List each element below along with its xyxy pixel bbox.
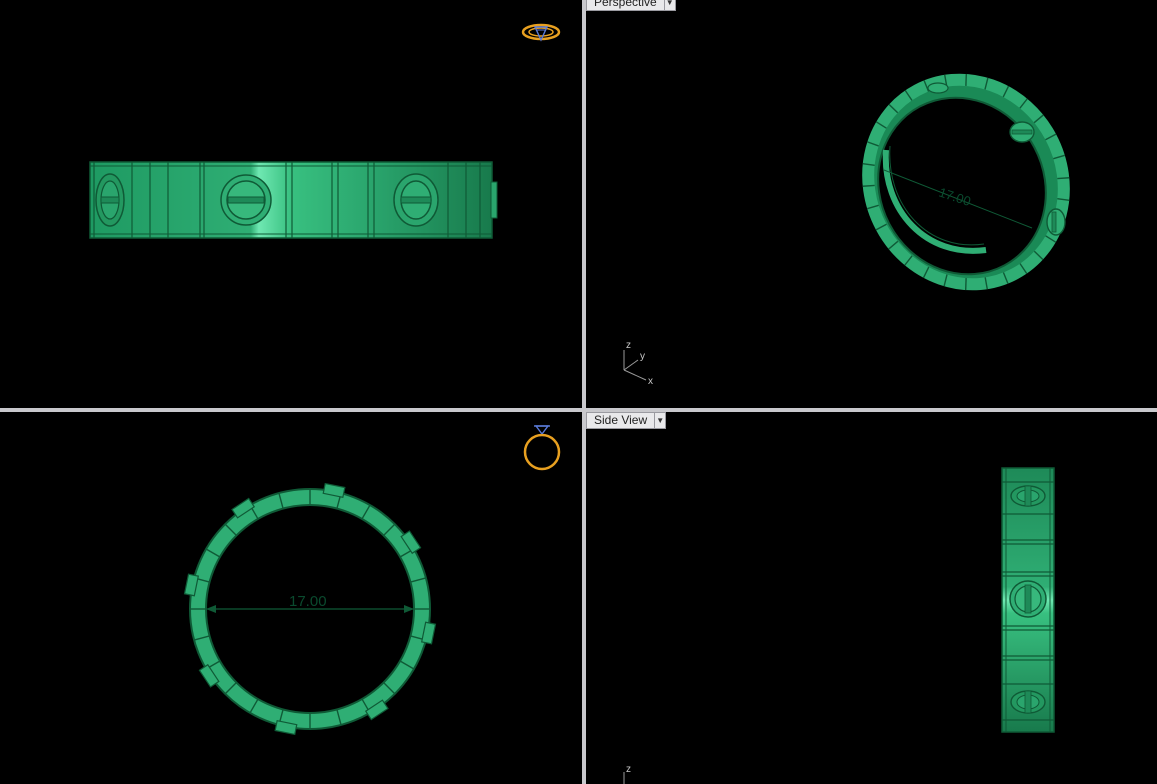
viewport-divider-horizontal[interactable] [0, 408, 1157, 412]
ring-diamond-icon[interactable] [523, 425, 561, 471]
axis-z-label: z [626, 340, 631, 351]
ring-top-icon[interactable] [521, 23, 561, 42]
dimension-text-front: 17.00 [289, 593, 327, 610]
screw-top-center [220, 174, 272, 226]
perspective-canvas[interactable]: 17.00 z y x [586, 0, 1157, 408]
screw-top-left [95, 173, 125, 227]
screw-side-bottom [1010, 690, 1046, 714]
side-view-canvas[interactable]: z [586, 412, 1157, 784]
axis-y-label: y [640, 351, 645, 362]
top-viewport[interactable] [0, 0, 582, 408]
perspective-viewport[interactable]: Perspective ▼ 17.00 z y x [586, 0, 1157, 408]
ring-perspective [862, 73, 1070, 291]
screw-side-center [1009, 580, 1047, 618]
side-viewport[interactable]: Side View ▼ z [586, 412, 1157, 784]
ring-band-side [1001, 467, 1055, 733]
screw-persp-2 [1046, 208, 1066, 236]
screw-top-right [393, 173, 439, 227]
axis-z-label-side: z [626, 764, 631, 775]
axis-gizmo-side: z [623, 764, 631, 784]
axis-gizmo-perspective: z y x [623, 340, 653, 387]
viewport-divider-vertical[interactable] [582, 0, 586, 784]
screw-persp-3 [927, 82, 949, 94]
axis-x-label: x [648, 376, 653, 387]
screw-persp-1 [1009, 121, 1035, 143]
ring-band-top [89, 161, 498, 239]
screw-side-top [1010, 485, 1046, 507]
front-viewport[interactable]: 17.00 [0, 412, 582, 784]
top-view-canvas[interactable] [0, 0, 582, 408]
front-view-canvas[interactable]: 17.00 [0, 412, 582, 784]
